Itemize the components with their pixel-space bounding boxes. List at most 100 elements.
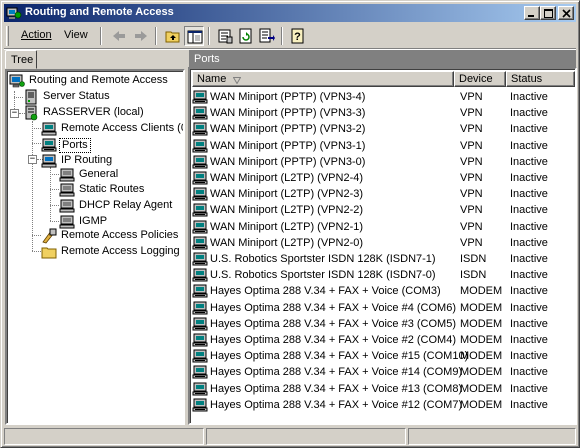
column-header-status[interactable]: Status — [506, 71, 575, 87]
table-row[interactable]: WAN Miniport (L2TP) (VPN2-0) VPN Inactive — [192, 235, 575, 251]
tree-node-label: Ports — [59, 138, 91, 153]
tree-node-label: RASSERVER (local) — [43, 106, 144, 118]
port-device: ISDN — [460, 253, 487, 265]
column-header-label: Device — [459, 73, 493, 85]
column-header-label: Name — [197, 73, 227, 85]
table-row[interactable]: WAN Miniport (PPTP) (VPN3-3) VPN Inactive — [192, 105, 575, 121]
table-row[interactable]: U.S. Robotics Sportster ISDN 128K (ISDN7… — [192, 267, 575, 283]
table-row[interactable]: WAN Miniport (L2TP) (VPN2-3) VPN Inactive — [192, 186, 575, 202]
port-name: WAN Miniport (L2TP) (VPN2-4) — [210, 172, 364, 184]
tree-node-label: Remote Access Clients (0) — [61, 122, 185, 134]
port-name: WAN Miniport (PPTP) (VPN3-1) — [210, 139, 366, 152]
port-icon — [192, 348, 208, 364]
port-device: VPN — [460, 155, 483, 168]
port-icon — [192, 251, 208, 267]
port-device: ISDN — [460, 269, 487, 282]
port-status: Inactive — [510, 172, 548, 184]
table-row[interactable]: WAN Miniport (PPTP) (VPN3-1) VPN Inactive — [192, 138, 575, 154]
close-button[interactable] — [558, 6, 574, 20]
port-device: MODEM — [460, 285, 503, 298]
port-status: Inactive — [510, 155, 548, 168]
port-status: Inactive — [510, 269, 548, 282]
menu-action-label: Action — [21, 29, 52, 41]
port-name: WAN Miniport (L2TP) (VPN2-1) — [210, 220, 364, 233]
toolbar-separator — [281, 27, 283, 45]
port-icon — [192, 121, 208, 137]
tree-node-label: Remote Access Logging — [61, 245, 180, 257]
ip-routing-icon — [41, 153, 57, 169]
port-icon — [192, 186, 208, 202]
show-hide-tree-button[interactable] — [184, 26, 204, 46]
table-row[interactable]: Hayes Optima 288 V.34 + FAX + Voice #2 (… — [192, 332, 575, 348]
table-row[interactable]: Hayes Optima 288 V.34 + FAX + Voice #15 … — [192, 348, 575, 364]
routing-app-icon[interactable] — [6, 5, 22, 21]
port-device: VPN — [460, 204, 483, 217]
table-row[interactable]: WAN Miniport (PPTP) (VPN3-2) VPN Inactive — [192, 121, 575, 137]
table-row[interactable]: Hayes Optima 288 V.34 + FAX + Voice #13 … — [192, 381, 575, 397]
back-button[interactable] — [109, 26, 129, 46]
menu-action[interactable]: Action — [21, 29, 52, 41]
table-row[interactable]: WAN Miniport (L2TP) (VPN2-1) VPN Inactive — [192, 219, 575, 235]
server-icon — [23, 105, 39, 121]
logging-folder-icon — [41, 244, 57, 260]
minimize-button[interactable] — [524, 6, 540, 20]
tree-connector — [50, 167, 51, 221]
table-row[interactable]: WAN Miniport (L2TP) (VPN2-4) VPN Inactive — [192, 170, 575, 186]
tree-connector — [50, 189, 59, 190]
port-icon — [192, 105, 208, 121]
expand-ip-routing-toggle[interactable]: − — [28, 155, 37, 164]
table-row[interactable]: Hayes Optima 288 V.34 + FAX + Voice (COM… — [192, 283, 575, 299]
help-button[interactable]: ? — [288, 26, 308, 46]
table-row[interactable]: Hayes Optima 288 V.34 + FAX + Voice #3 (… — [192, 316, 575, 332]
up-one-level-button[interactable] — [163, 26, 183, 46]
port-name: Hayes Optima 288 V.34 + FAX + Voice #2 (… — [210, 334, 456, 346]
table-row[interactable]: Hayes Optima 288 V.34 + FAX + Voice #12 … — [192, 397, 575, 413]
window-title: Routing and Remote Access — [25, 6, 174, 18]
table-row[interactable]: Hayes Optima 288 V.34 + FAX + Voice #4 (… — [192, 300, 575, 316]
table-row[interactable]: WAN Miniport (PPTP) (VPN3-4) VPN Inactive — [192, 89, 575, 105]
port-name: WAN Miniport (PPTP) (VPN3-4) — [210, 91, 366, 103]
port-name: Hayes Optima 288 V.34 + FAX + Voice #3 (… — [210, 317, 456, 330]
port-status: Inactive — [510, 382, 548, 395]
tree-pane[interactable]: − − Routing and Remote Access Server Sta… — [5, 69, 185, 425]
port-status: Inactive — [510, 188, 548, 201]
status-bar — [4, 427, 576, 446]
refresh-button[interactable] — [236, 26, 256, 46]
dhcp-relay-icon — [59, 198, 75, 214]
expand-rasserver-toggle[interactable]: − — [10, 109, 19, 118]
tree-node-label: Remote Access Policies — [61, 229, 179, 241]
column-header-name[interactable]: Name — [192, 71, 454, 87]
tree-node-label: IGMP — [79, 215, 108, 227]
port-name: WAN Miniport (L2TP) (VPN2-2) — [210, 204, 364, 217]
properties-button[interactable] — [215, 26, 235, 46]
table-row[interactable]: U.S. Robotics Sportster ISDN 128K (ISDN7… — [192, 251, 575, 267]
toolbar-separator — [155, 27, 157, 45]
menu-view-label: View — [64, 29, 88, 41]
menu-view[interactable]: View — [64, 29, 88, 41]
port-status: Inactive — [510, 334, 548, 346]
port-icon — [192, 89, 208, 105]
port-name: WAN Miniport (PPTP) (VPN3-0) — [210, 155, 366, 168]
port-icon — [192, 202, 208, 218]
menu-grip[interactable] — [6, 26, 9, 46]
maximize-button[interactable] — [540, 6, 556, 20]
port-name: Hayes Optima 288 V.34 + FAX + Voice #15 … — [210, 350, 469, 363]
port-status: Inactive — [510, 204, 548, 217]
column-header-label: Status — [511, 73, 543, 85]
port-name: WAN Miniport (L2TP) (VPN2-3) — [210, 188, 364, 201]
port-icon — [192, 397, 208, 413]
column-header-device[interactable]: Device — [454, 71, 506, 87]
tab-tree[interactable]: Tree — [5, 50, 37, 69]
tree-connector — [50, 221, 59, 222]
table-row[interactable]: WAN Miniport (PPTP) (VPN3-0) VPN Inactive — [192, 154, 575, 170]
export-list-button[interactable] — [257, 26, 277, 46]
title-bar[interactable]: Routing and Remote Access — [4, 4, 576, 22]
table-row[interactable]: WAN Miniport (L2TP) (VPN2-2) VPN Inactive — [192, 202, 575, 218]
menu-toolbar: Action View ? — [4, 24, 576, 48]
port-name: Hayes Optima 288 V.34 + FAX + Voice (COM… — [210, 285, 441, 298]
port-device: MODEM — [460, 301, 503, 314]
ports-list-view[interactable]: Name Device Status WAN Miniport (PPTP) (… — [188, 67, 577, 425]
table-row[interactable]: Hayes Optima 288 V.34 + FAX + Voice #14 … — [192, 364, 575, 380]
forward-button[interactable] — [131, 26, 151, 46]
port-name: WAN Miniport (L2TP) (VPN2-0) — [210, 236, 364, 249]
